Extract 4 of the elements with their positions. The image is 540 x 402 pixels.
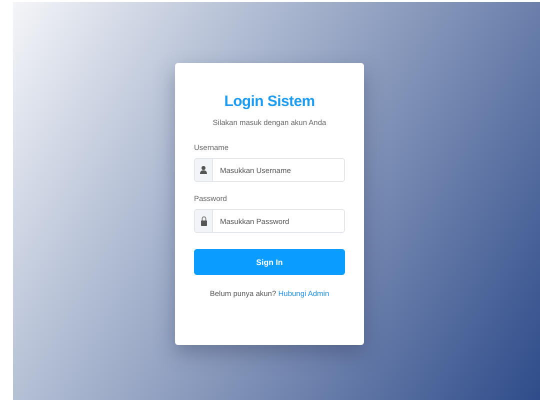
lock-icon — [200, 216, 206, 226]
sign-in-button[interactable]: Sign In — [194, 249, 345, 275]
user-icon — [200, 166, 207, 174]
login-title: Login Sistem — [223, 93, 316, 110]
